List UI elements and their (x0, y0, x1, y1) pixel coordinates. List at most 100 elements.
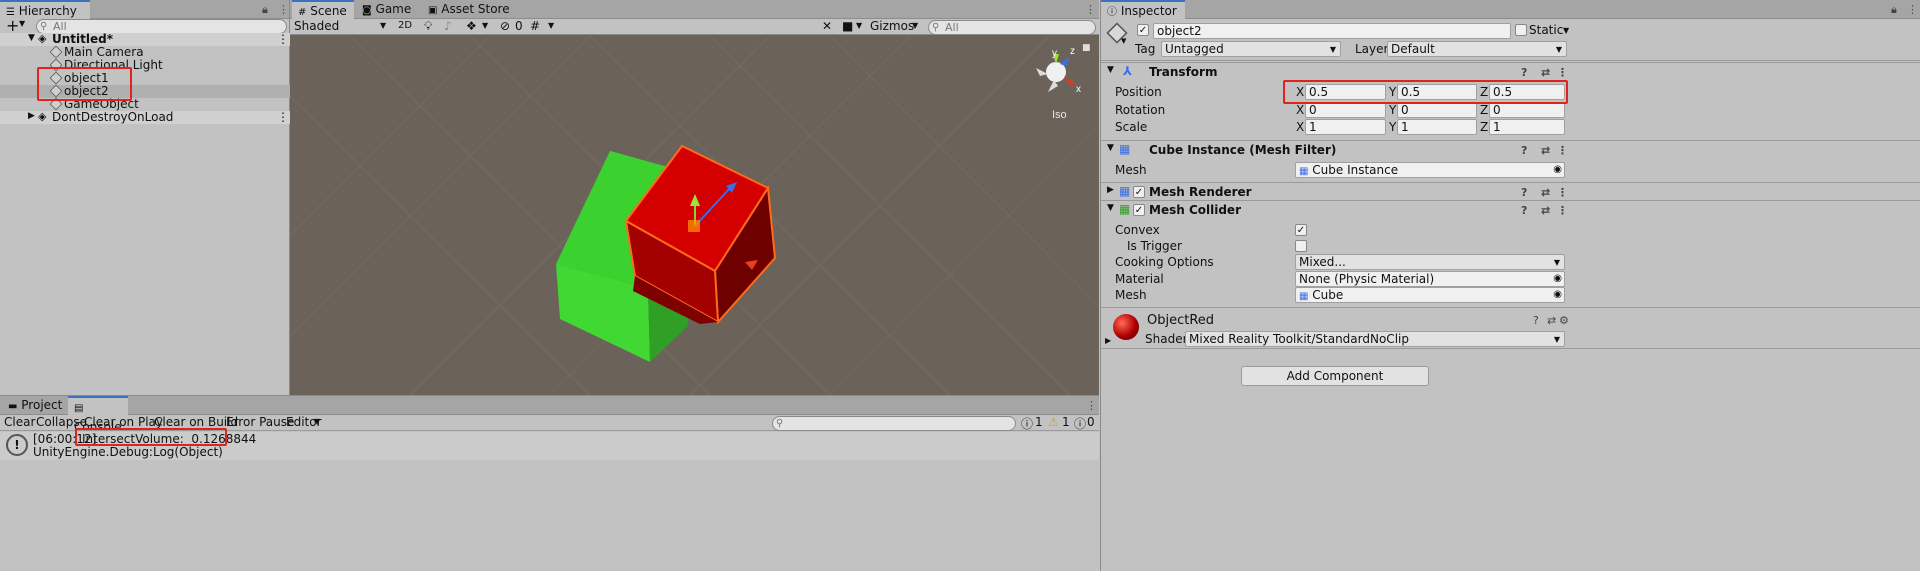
help-icon[interactable]: ? (1521, 186, 1527, 199)
is-trigger-checkbox[interactable] (1295, 240, 1307, 252)
transform-header[interactable]: ▼ ⅄ Transform ? ⇄ ⋮ (1101, 62, 1920, 82)
scene-row[interactable]: ▼ ◈ Untitled* ⋮ (0, 32, 290, 46)
hierarchy-item-directional-light[interactable]: Directional Light (0, 58, 290, 72)
chevron-down-icon[interactable]: ▼ (19, 19, 25, 28)
tab-asset-store[interactable]: ▣ Asset Store (422, 0, 512, 19)
scale-y-field[interactable]: 1 (1397, 119, 1477, 135)
rotation-x-label[interactable]: X (1296, 102, 1304, 118)
rotation-x-field[interactable]: 0 (1305, 102, 1386, 118)
expand-arrow-icon[interactable]: ▼ (1107, 143, 1114, 153)
expand-arrow-icon[interactable]: ▼ (1107, 203, 1114, 213)
rotation-z-label[interactable]: Z (1480, 102, 1488, 118)
console-search-input[interactable]: ⚲ (772, 416, 1016, 431)
help-icon[interactable]: ? (1521, 66, 1527, 79)
kebab-menu-icon[interactable]: ⋮ (1907, 3, 1918, 16)
kebab-menu-icon[interactable]: ⋮ (1086, 399, 1097, 412)
scale-x-field[interactable]: 1 (1305, 119, 1386, 135)
chevron-down-icon[interactable]: ▼ (482, 21, 488, 30)
active-checkbox[interactable]: ✓ (1137, 24, 1149, 36)
projection-label[interactable]: Iso (1052, 109, 1067, 121)
object-picker-icon[interactable]: ◉ (1553, 163, 1562, 177)
mesh-filter-header[interactable]: ▼ ▦ Cube Instance (Mesh Filter) ? ⇄ ⋮ (1101, 140, 1920, 160)
scene-search-input[interactable]: ⚲ All (928, 20, 1096, 35)
help-icon[interactable]: ? (1521, 204, 1527, 217)
collapse-button[interactable]: Collapse (36, 415, 87, 429)
mesh-renderer-checkbox[interactable]: ✓ (1133, 186, 1145, 198)
scene-menu-icon[interactable]: ⋮ (277, 32, 289, 46)
tag-dropdown[interactable]: Untagged ▼ (1161, 41, 1341, 57)
info-icon[interactable]: ⓘ (1021, 415, 1033, 432)
rotation-y-field[interactable]: 0 (1397, 102, 1477, 118)
gizmos-button[interactable]: Gizmos (870, 19, 914, 33)
mesh-filter-mesh-field[interactable]: ▦ Cube Instance ◉ (1295, 162, 1565, 178)
add-component-button[interactable]: Add Component (1241, 366, 1429, 386)
collapse-arrow-icon[interactable]: ▶ (1107, 185, 1114, 195)
position-y-label[interactable]: Y (1389, 84, 1396, 100)
chevron-down-icon[interactable]: ▼ (912, 21, 918, 30)
scale-y-label[interactable]: Y (1389, 119, 1396, 135)
rotation-z-field[interactable]: 0 (1489, 102, 1565, 118)
grid-toggle-icon[interactable]: # (530, 19, 540, 33)
preset-icon[interactable]: ⇄ (1541, 186, 1550, 199)
warning-icon[interactable]: ⚠ (1048, 415, 1059, 429)
component-menu-icon[interactable]: ⋮ (1557, 204, 1568, 217)
preset-icon[interactable]: ⇄ (1541, 66, 1550, 79)
kebab-menu-icon[interactable]: ⋮ (1085, 3, 1096, 16)
component-menu-icon[interactable]: ⋮ (1557, 186, 1568, 199)
tab-game[interactable]: ◙ Game (356, 0, 422, 19)
shader-dropdown[interactable]: Mixed Reality Toolkit/StandardNoClip ▼ (1185, 331, 1565, 347)
scene-viewport[interactable]: y z x Iso ■ (290, 36, 1099, 395)
position-z-field[interactable]: 0.5 (1489, 84, 1565, 100)
position-z-label[interactable]: Z (1480, 84, 1488, 100)
scale-x-label[interactable]: X (1296, 119, 1304, 135)
help-icon[interactable]: ? (1521, 144, 1527, 157)
mesh-collider-header[interactable]: ▼ ▦ ✓ Mesh Collider ? ⇄ ⋮ (1101, 200, 1920, 220)
hierarchy-item-object1[interactable]: object1 (0, 71, 290, 85)
preset-icon[interactable]: ⇄ (1541, 204, 1550, 217)
mesh-renderer-header[interactable]: ▶ ▦ ✓ Mesh Renderer ? ⇄ ⋮ (1101, 182, 1920, 202)
expand-arrow-icon[interactable]: ▼ (1107, 65, 1114, 75)
material-field[interactable]: None (Physic Material) ◉ (1295, 271, 1565, 287)
clear-on-play-button[interactable]: Clear on Play (84, 415, 163, 429)
mesh-collider-checkbox[interactable]: ✓ (1133, 204, 1145, 216)
component-menu-icon[interactable]: ⋮ (1557, 66, 1568, 79)
camera-icon[interactable]: ■ (842, 19, 853, 33)
object-picker-icon[interactable]: ◉ (1553, 288, 1562, 302)
chevron-down-icon[interactable]: ▼ (548, 21, 554, 30)
layer-dropdown[interactable]: Default ▼ (1387, 41, 1567, 57)
cooking-options-dropdown[interactable]: Mixed... ▼ (1295, 254, 1565, 270)
convex-checkbox[interactable]: ✓ (1295, 224, 1307, 236)
chevron-down-icon[interactable]: ▼ (1121, 37, 1126, 45)
tab-inspector[interactable]: ⓘ Inspector (1101, 0, 1185, 19)
position-x-field[interactable]: 0.5 (1305, 84, 1386, 100)
error-icon[interactable]: ⓘ (1074, 415, 1086, 432)
scale-z-field[interactable]: 1 (1489, 119, 1565, 135)
position-y-field[interactable]: 0.5 (1397, 84, 1477, 100)
error-pause-button[interactable]: Error Pause (226, 415, 294, 429)
tab-console[interactable]: ▤ Console (68, 396, 128, 434)
object-picker-icon[interactable]: ◉ (1553, 272, 1562, 286)
tools-icon[interactable]: ✕ (822, 19, 832, 33)
hierarchy-item-object2[interactable]: object2 (0, 84, 290, 98)
collapse-arrow-icon[interactable]: ▶ (1105, 336, 1111, 345)
lock-icon[interactable]: ■ (1082, 43, 1091, 53)
settings-gear-icon[interactable]: ⚙ (1559, 314, 1569, 327)
log-entry[interactable]: ! [06:00:12] IntersectVolume: 0.1268844 … (0, 432, 1099, 460)
clear-button[interactable]: Clear (4, 415, 35, 429)
preset-icon[interactable]: ⇄ (1547, 314, 1556, 327)
chevron-down-icon[interactable]: ▼ (314, 417, 320, 426)
hidden-objects-icon[interactable]: ⊘ (500, 19, 510, 33)
component-menu-icon[interactable]: ⋮ (1557, 144, 1568, 157)
lighting-icon[interactable]: 💡︎ (424, 19, 432, 34)
audio-icon[interactable]: ♪ (444, 19, 452, 33)
scale-z-label[interactable]: Z (1480, 119, 1488, 135)
preset-icon[interactable]: ⇄ (1541, 144, 1550, 157)
collider-mesh-field[interactable]: ▦ Cube ◉ (1295, 287, 1565, 303)
rotation-y-label[interactable]: Y (1389, 102, 1396, 118)
lock-icon[interactable]: 🔒︎ (262, 3, 268, 17)
object-name-field[interactable]: object2 (1153, 23, 1511, 39)
help-icon[interactable]: ? (1533, 314, 1539, 327)
static-checkbox[interactable] (1515, 24, 1527, 36)
expand-arrow-icon[interactable]: ▼ (28, 33, 35, 43)
chevron-down-icon[interactable]: ▼ (856, 21, 862, 30)
